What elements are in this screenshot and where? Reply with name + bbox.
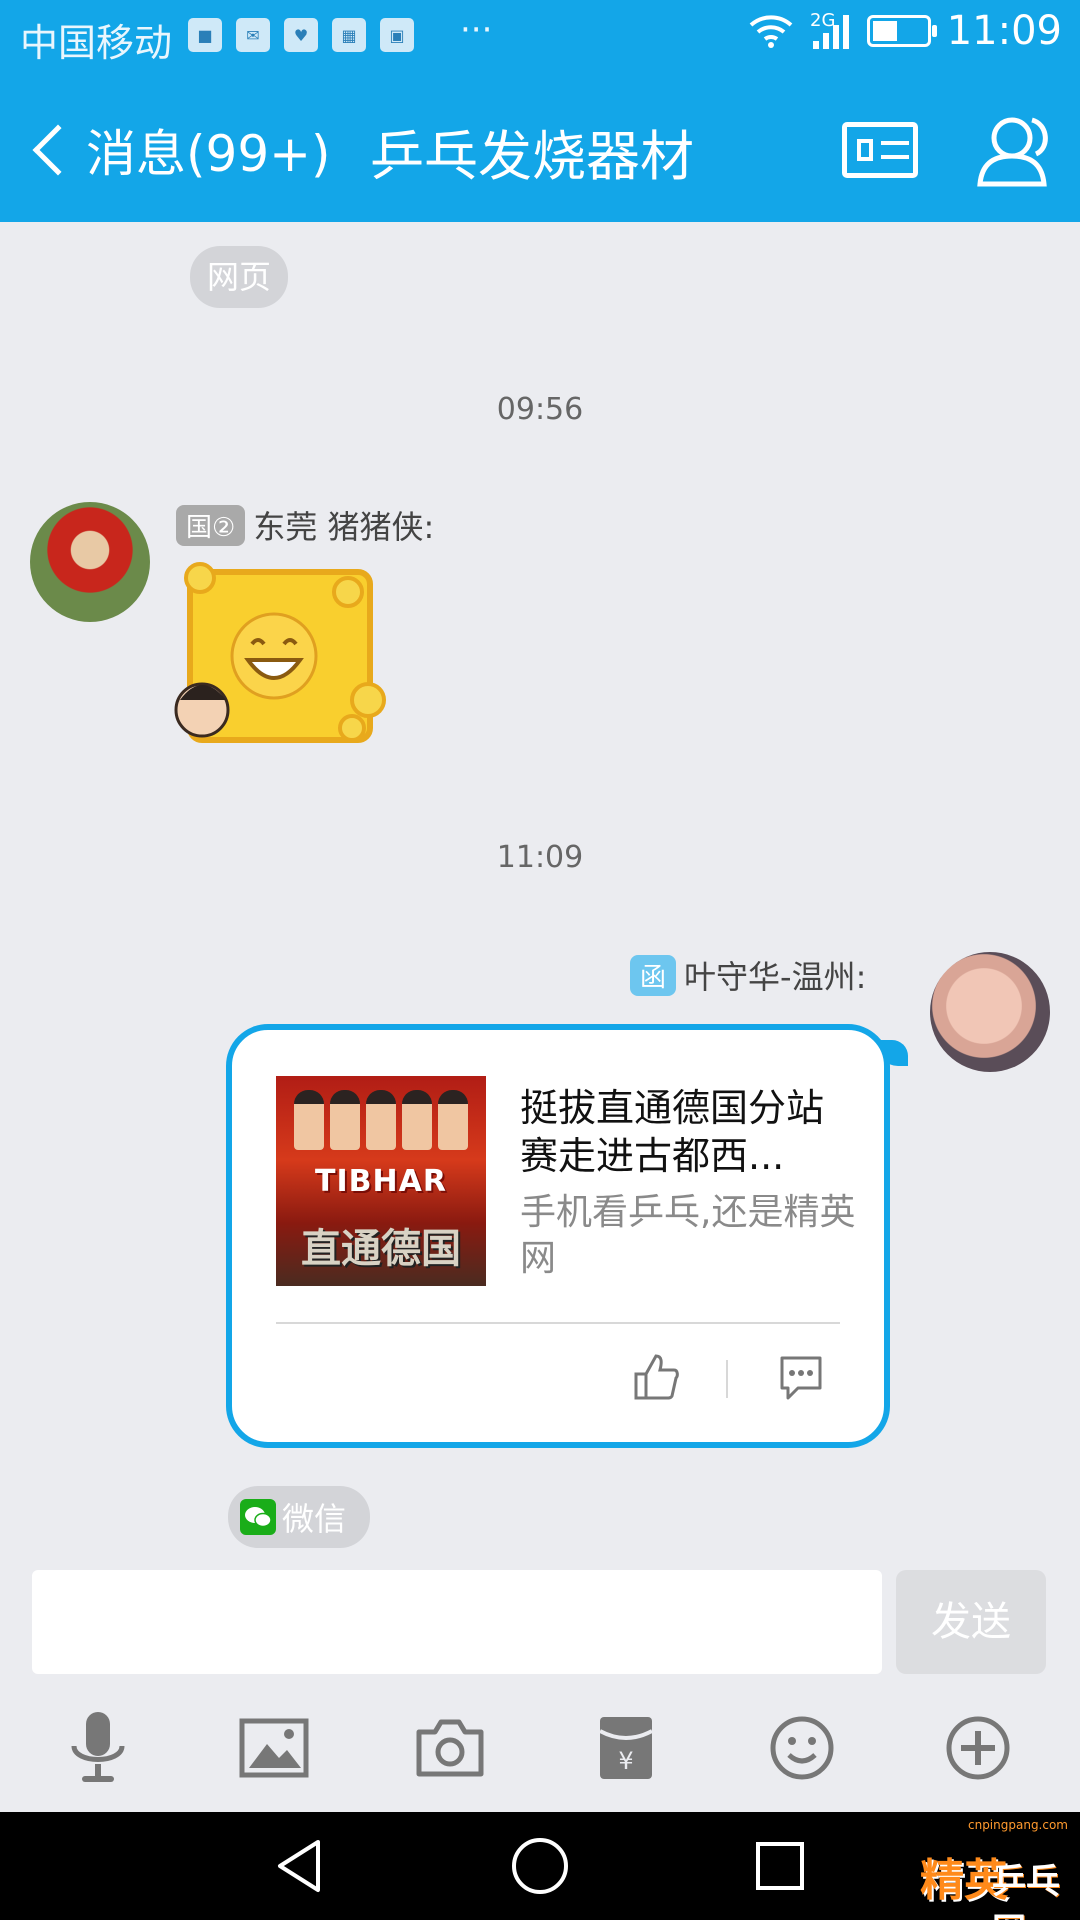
sender-label: 叶守华-温州:	[684, 958, 867, 996]
back-nav-icon[interactable]	[270, 1836, 330, 1896]
message-input[interactable]	[32, 1570, 882, 1674]
battery-icon	[866, 15, 937, 47]
app-icon: ■	[188, 18, 222, 52]
back-button[interactable]: 消息(99+)	[24, 114, 331, 186]
health-icon: ♥	[284, 18, 318, 52]
red-packet-icon[interactable]: ¥	[586, 1708, 666, 1788]
status-bar: 中国移动 ■ ✉ ♥ ▦ ▣ ··· 2G 11:09	[0, 0, 1080, 72]
gallery-icon: ▦	[332, 18, 366, 52]
article-title: 挺拔直通德国分站赛走进古都西...	[520, 1086, 825, 1178]
member-level-badge: 国②	[176, 504, 246, 546]
sender-name: 函 叶守华-温州:	[630, 952, 866, 998]
shared-link-card[interactable]: TIBHAR 直通德国 挺拔直通德国分站赛走进古都西... 手机看乒乓,还是精英…	[226, 1024, 890, 1448]
clock: 11:09	[946, 8, 1062, 54]
divider	[726, 1360, 728, 1398]
thumbs-up-icon[interactable]	[632, 1352, 682, 1402]
avatar[interactable]	[30, 502, 150, 622]
message-timestamp: 09:56	[496, 392, 584, 427]
wechat-icon	[240, 1499, 276, 1535]
microphone-icon[interactable]	[58, 1708, 138, 1788]
article-thumbnail[interactable]: TIBHAR 直通德国	[276, 1076, 486, 1286]
back-label: 消息(99+)	[86, 125, 331, 183]
article-description: 手机看乒乓,还是精英网	[520, 1192, 856, 1279]
page-title: 乒乓发烧器材	[370, 125, 694, 188]
member-level-badge: 函	[630, 954, 677, 996]
site-watermark: cnpingpang.com 精英 乒乓网	[900, 1816, 1076, 1920]
signal-icon	[812, 15, 849, 49]
plus-icon[interactable]	[938, 1708, 1018, 1788]
home-nav-icon[interactable]	[510, 1836, 570, 1896]
webpage-source-chip[interactable]: 网页	[190, 246, 288, 308]
carrier-label: 中国移动	[20, 21, 173, 65]
watermark-brand-b: 乒乓网	[992, 1862, 1060, 1920]
group-members-button[interactable]	[970, 108, 1054, 192]
sender-label: 东莞 猪猪侠:	[253, 508, 435, 546]
profile-card-button[interactable]	[842, 122, 918, 178]
input-toolbar: ¥	[0, 1708, 1080, 1804]
recents-nav-icon[interactable]	[750, 1836, 810, 1896]
notification-icons: ■ ✉ ♥ ▦ ▣	[188, 18, 414, 52]
chevron-left-icon	[32, 124, 84, 176]
watermark-url: cnpingpang.com	[967, 1818, 1068, 1832]
emoji-icon[interactable]	[762, 1708, 842, 1788]
thumbnail-brand: TIBHAR	[315, 1164, 447, 1199]
title-bar: 消息(99+) 乒乓发烧器材	[0, 72, 1080, 222]
input-bar: 发送 ¥	[0, 1556, 1080, 1812]
more-notifications-icon: ···	[460, 10, 493, 50]
wifi-icon	[749, 15, 793, 48]
thumbnail-banner: 直通德国	[301, 1226, 461, 1272]
laughing-sticker[interactable]	[168, 560, 390, 750]
wechat-source-chip[interactable]: 微信	[228, 1486, 370, 1548]
divider	[276, 1322, 840, 1324]
image-icon[interactable]	[234, 1708, 314, 1788]
svg-text:¥: ¥	[618, 1747, 633, 1775]
wechat-label: 微信	[282, 1500, 347, 1538]
image-icon: ▣	[380, 18, 414, 52]
camera-icon[interactable]	[410, 1708, 490, 1788]
comment-icon[interactable]	[776, 1352, 826, 1402]
mail-icon: ✉	[236, 18, 270, 52]
sender-name: 国② 东莞 猪猪侠:	[176, 502, 434, 548]
message-timestamp: 11:09	[496, 840, 584, 875]
avatar[interactable]	[930, 952, 1050, 1072]
send-button[interactable]: 发送	[896, 1570, 1046, 1674]
